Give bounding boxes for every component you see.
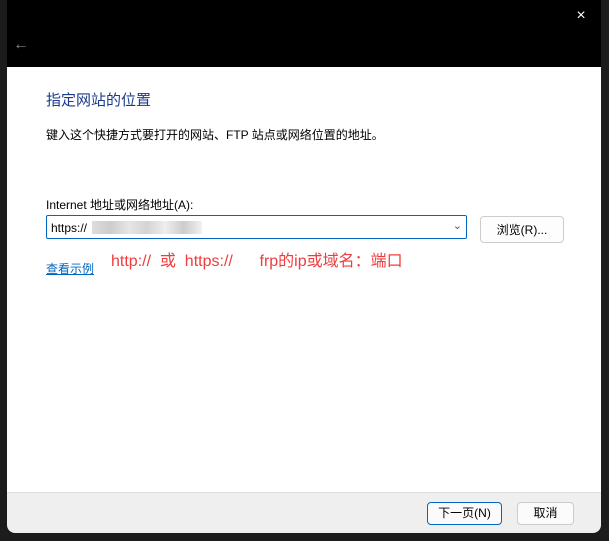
address-label: Internet 地址或网络地址(A): <box>46 198 194 212</box>
annotation-text: http:// 或 https:// frp的ip或域名：端口 <box>111 253 403 270</box>
chevron-down-icon[interactable]: ⌄ <box>453 219 462 232</box>
create-shortcut-dialog: × ← 指定网站的位置 键入这个快捷方式要打开的网站、FTP 站点或网络位置的地… <box>7 0 601 533</box>
address-value: https:// <box>51 221 88 235</box>
dialog-footer: 下一页(N) 取消 <box>7 492 601 533</box>
back-arrow-icon[interactable]: ← <box>13 36 29 54</box>
dialog-content: 指定网站的位置 键入这个快捷方式要打开的网站、FTP 站点或网络位置的地址。 I… <box>7 67 601 492</box>
cancel-button[interactable]: 取消 <box>517 502 574 525</box>
address-input[interactable]: https:// ⌄ <box>46 215 467 239</box>
page-title: 指定网站的位置 <box>46 92 152 109</box>
browse-button[interactable]: 浏览(R)... <box>480 216 564 243</box>
redacted-address <box>92 221 202 234</box>
view-example-link[interactable]: 查看示例 <box>46 260 94 277</box>
close-icon[interactable]: × <box>569 6 593 26</box>
description: 键入这个快捷方式要打开的网站、FTP 站点或网络位置的地址。 <box>46 128 384 142</box>
next-button[interactable]: 下一页(N) <box>427 502 502 525</box>
